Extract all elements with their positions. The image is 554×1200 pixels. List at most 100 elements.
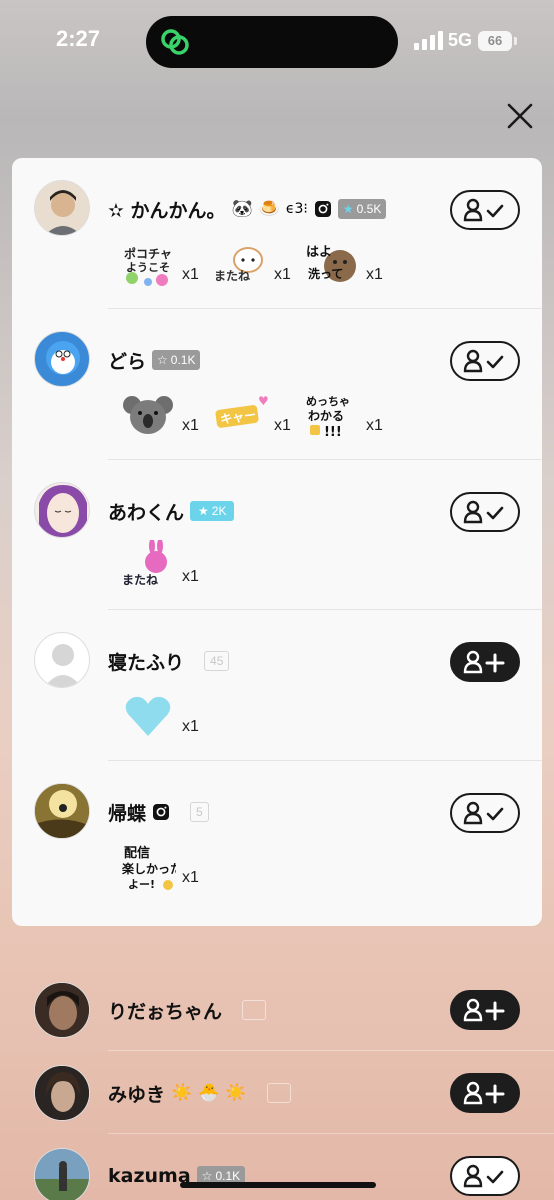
avatar[interactable]	[34, 783, 90, 839]
follow-button[interactable]	[450, 990, 520, 1030]
svg-text:よー!: よー!	[128, 878, 155, 891]
user-row: ✫ かんかん。 🐼 🍮 ϵ3⁝ ★ 0.5K ポコチャ ようこそ x1 またね x1…	[12, 158, 542, 309]
dog-wash-sticker-icon: はよ洗って	[306, 245, 356, 282]
network-label: 5G	[448, 30, 473, 50]
svg-text:配信: 配信	[124, 845, 150, 861]
emoji: ☀️	[225, 1083, 247, 1103]
following-button[interactable]	[450, 190, 520, 230]
svg-text:ポコチャ: ポコチャ	[124, 246, 172, 261]
following-button[interactable]	[450, 341, 520, 381]
user-plus-icon	[463, 1081, 505, 1105]
avatar[interactable]	[34, 1148, 90, 1200]
avatar[interactable]	[34, 331, 90, 387]
gift-count: x1	[182, 869, 199, 886]
score-badge: 45	[204, 651, 230, 671]
close-icon[interactable]	[504, 100, 536, 132]
totally-agree-sticker-icon: めっちゃわかる!!!	[306, 395, 350, 440]
user-check-icon	[463, 801, 504, 825]
emoji: 🐼	[231, 199, 253, 219]
user-name-line: ✫ かんかん。 🐼 🍮 ϵ3⁝ ★ 0.5K	[108, 194, 387, 224]
user-row: どら ☆ 0.1K x1 キャー ♥ x1 めっちゃ わかる!!! x1	[12, 309, 542, 460]
emoji: 🍮	[258, 199, 280, 219]
gift-list: ポコチャ ようこそ x1 またね x1 はよ 洗って x1	[120, 238, 396, 290]
user-name-line: りだぉちゃん	[108, 995, 267, 1025]
gift-count: x1	[366, 266, 383, 283]
signal-icon	[414, 31, 443, 50]
welcome-sticker-icon: ポコチャようこそ	[124, 246, 172, 286]
gift-item: 配信楽しかったよー! x1	[120, 841, 212, 893]
gift-senders-card: ✫ かんかん。 🐼 🍮 ϵ3⁝ ★ 0.5K ポコチャ ようこそ x1 またね x1…	[12, 158, 542, 926]
gift-count: x1	[274, 417, 291, 434]
following-button[interactable]	[450, 1156, 520, 1196]
score-badge: ☆ 0.1K	[152, 350, 201, 370]
svg-text:楽しかった: 楽しかった	[122, 861, 176, 876]
user-name-line: 寝たふり 45	[108, 646, 230, 676]
user-row: 寝たふり 45 x1	[12, 610, 542, 761]
user-check-icon	[463, 349, 504, 373]
user-name: kazuma	[108, 1165, 191, 1187]
list-item[interactable]: kazuma ☆ 0.1K	[0, 1146, 554, 1200]
divider	[108, 1050, 554, 1051]
avatar[interactable]	[34, 982, 90, 1038]
avatar[interactable]	[34, 1065, 90, 1121]
status-bar: 2:27 5G 66	[0, 0, 554, 84]
gift-list: x1 キャー ♥ x1 めっちゃ わかる!!! x1	[120, 389, 396, 441]
user-check-icon	[463, 500, 504, 524]
gift-item: ポコチャ ようこそ x1	[120, 238, 212, 290]
gift-item: x1	[120, 389, 212, 441]
svg-text:ようこそ: ようこそ	[126, 261, 170, 274]
svg-text:めっちゃ: めっちゃ	[306, 395, 350, 408]
svg-text:またね: またね	[214, 269, 250, 283]
home-indicator[interactable]	[180, 1182, 376, 1188]
avatar[interactable]	[34, 482, 90, 538]
kyaa-sticker-icon: キャー♥	[215, 394, 268, 428]
dynamic-island	[146, 16, 398, 68]
instagram-icon[interactable]	[152, 803, 170, 821]
avatar[interactable]	[34, 632, 90, 688]
gift-list: またね x1	[120, 540, 212, 592]
user-name: 寝たふり	[108, 651, 185, 674]
emoji: ☀️	[171, 1083, 193, 1103]
score-badge	[242, 1000, 267, 1020]
gift-count: x1	[182, 568, 199, 585]
user-name-line: 帰蝶 5	[108, 797, 209, 827]
score-badge: 5	[190, 802, 209, 822]
gift-count: x1	[366, 417, 383, 434]
pococha-link-icon	[161, 29, 189, 55]
score-badge-value: 0.1K	[170, 353, 196, 367]
score-badge: ★ 2K	[190, 501, 235, 521]
svg-text:またね: またね	[122, 573, 158, 587]
svg-text:!!!: !!!	[324, 425, 342, 440]
user-name: りだぉちゃん	[108, 1000, 223, 1023]
user-name-line: みゆき ☀️ 🐣 ☀️	[108, 1078, 291, 1108]
list-item[interactable]: みゆき ☀️ 🐣 ☀️	[0, 1063, 554, 1135]
emoji: ϵ3⁝	[285, 201, 308, 217]
instagram-icon[interactable]	[314, 200, 332, 218]
score-badge-value: 2K	[211, 504, 227, 518]
star-icon: ☆	[201, 1169, 213, 1183]
gift-item: キャー ♥ x1	[212, 389, 304, 441]
score-badge-value: 0.5K	[356, 202, 382, 216]
user-check-icon	[463, 198, 504, 222]
list-item[interactable]: りだぉちゃん	[0, 980, 554, 1060]
gift-item: はよ 洗って x1	[304, 238, 396, 290]
score-badge-value: 0.1K	[215, 1169, 241, 1183]
svg-text:わかる: わかる	[308, 409, 344, 423]
gift-count: x1	[182, 266, 199, 283]
user-name: みゆき	[108, 1083, 166, 1106]
gift-item: またね x1	[212, 238, 304, 290]
user-row: あわくん ★ 2K またね x1	[12, 460, 542, 610]
follow-button[interactable]	[450, 642, 520, 682]
user-name: あわくん	[108, 501, 185, 524]
status-time: 2:27	[56, 26, 101, 51]
following-button[interactable]	[450, 793, 520, 833]
follow-button[interactable]	[450, 1073, 520, 1113]
svg-text:はよ: はよ	[306, 245, 332, 260]
following-button[interactable]	[450, 492, 520, 532]
cat-goodbye-sticker-icon: またね	[214, 247, 263, 283]
gift-item: x1	[120, 690, 212, 742]
star-icon: ★	[342, 202, 354, 216]
battery-icon: 66	[478, 31, 512, 51]
avatar[interactable]	[34, 180, 90, 236]
user-name: 帰蝶	[108, 802, 147, 825]
